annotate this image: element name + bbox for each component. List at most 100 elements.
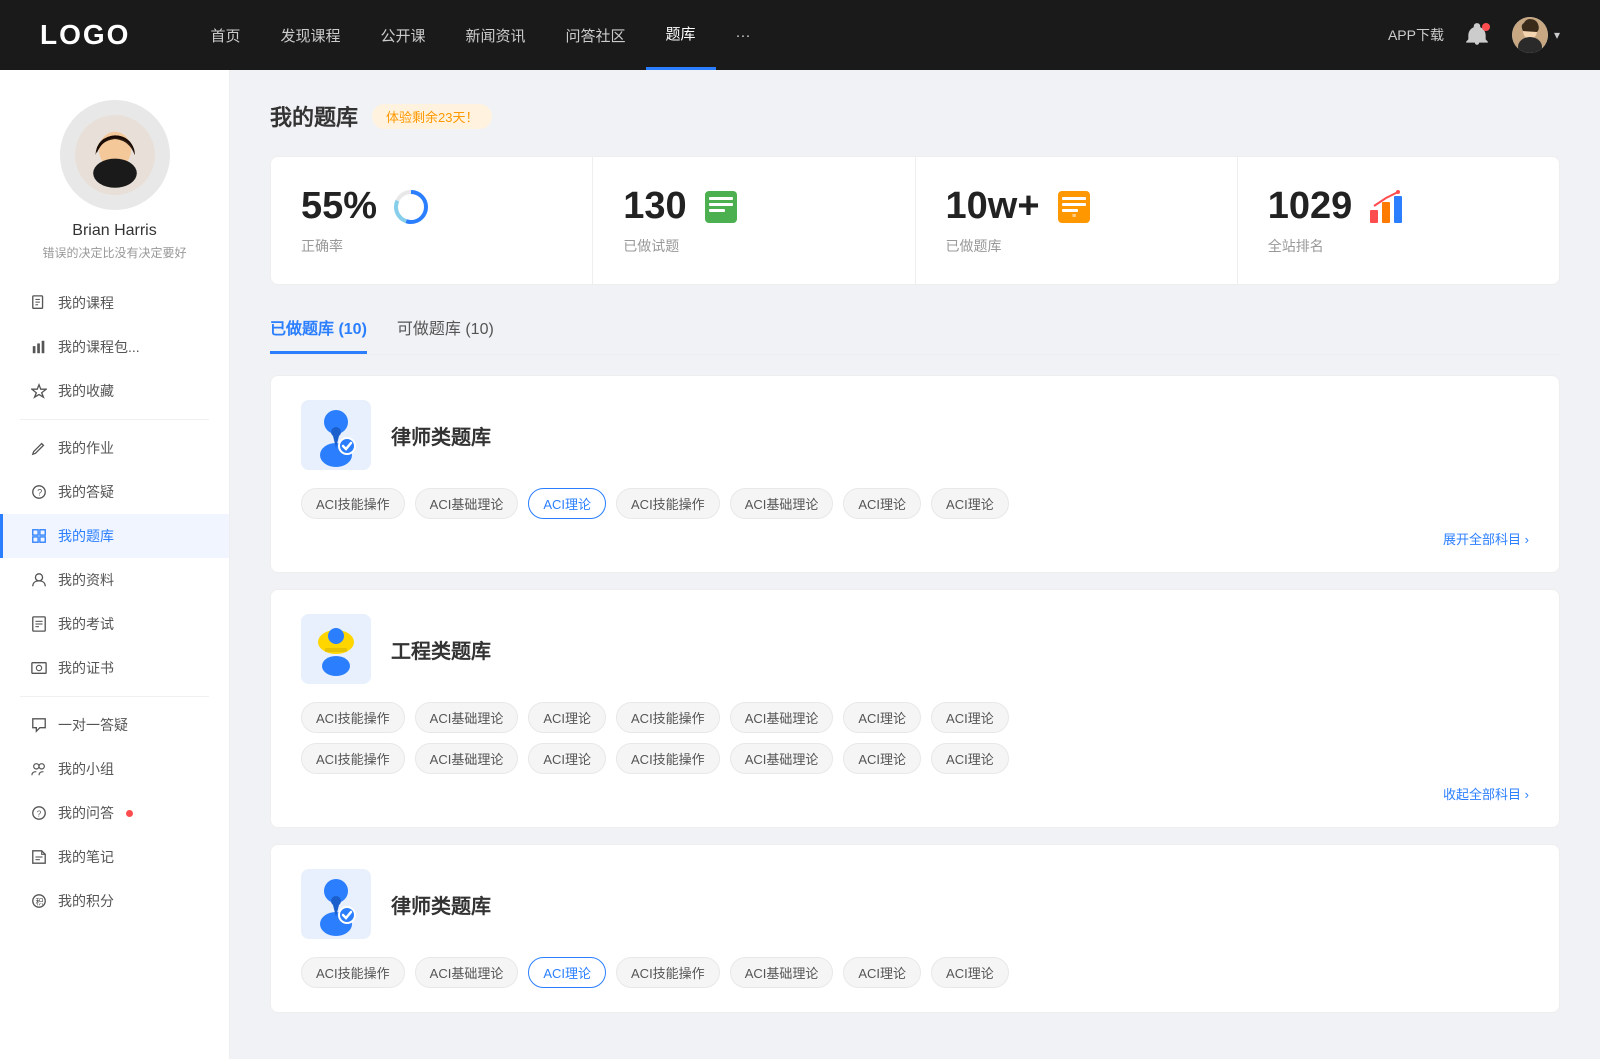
sidebar-item-favorites[interactable]: 我的收藏	[0, 369, 229, 413]
qbank-header-3: 律师类题库	[301, 869, 1529, 939]
logo[interactable]: LOGO	[40, 19, 130, 51]
tag-2-2-6[interactable]: ACI理论	[843, 743, 921, 774]
tags-two-rows-2: ACI技能操作 ACI基础理论 ACI理论 ACI技能操作 ACI基础理论 AC…	[301, 702, 1529, 774]
sidebar-item-label-one-on-one: 一对一答疑	[58, 715, 128, 735]
tag-1-2[interactable]: ACI基础理论	[415, 488, 519, 519]
sidebar: Brian Harris 错误的决定比没有决定要好 我的课程 我的课程包... …	[0, 70, 230, 1059]
tag-1-6[interactable]: ACI理论	[843, 488, 921, 519]
tags-row-1: ACI技能操作 ACI基础理论 ACI理论 ACI技能操作 ACI基础理论 AC…	[301, 488, 1529, 519]
nav-qa[interactable]: 问答社区	[546, 0, 646, 70]
rank-icon	[1366, 187, 1406, 227]
stat-top-done-b: 10w+ ≡	[946, 185, 1207, 228]
tag-2-1-4[interactable]: ACI技能操作	[616, 702, 720, 733]
tag-1-3[interactable]: ACI理论	[528, 488, 606, 519]
sidebar-item-one-on-one[interactable]: 一对一答疑	[0, 703, 229, 747]
tag-2-2-2[interactable]: ACI基础理论	[415, 743, 519, 774]
sidebar-item-label-package: 我的课程包...	[58, 337, 140, 357]
star-icon	[30, 382, 48, 400]
chart-bar-icon	[30, 338, 48, 356]
done-questions-icon	[701, 187, 741, 227]
nav-home[interactable]: 首页	[190, 0, 260, 70]
tag-3-6[interactable]: ACI理论	[843, 957, 921, 988]
avatar	[1512, 17, 1548, 53]
tag-2-2-5[interactable]: ACI基础理论	[730, 743, 834, 774]
tag-3-7[interactable]: ACI理论	[931, 957, 1009, 988]
sidebar-item-label-course: 我的课程	[58, 293, 114, 313]
tag-3-2[interactable]: ACI基础理论	[415, 957, 519, 988]
sidebar-item-exam[interactable]: 我的考试	[0, 602, 229, 646]
myqa-notification-dot	[126, 810, 133, 817]
stat-value-done-q: 130	[623, 185, 686, 228]
tag-2-1-7[interactable]: ACI理论	[931, 702, 1009, 733]
tag-1-1[interactable]: ACI技能操作	[301, 488, 405, 519]
lawyer-icon-1	[301, 400, 371, 470]
qbank-header-2: 工程类题库	[301, 614, 1529, 684]
nav-qbank[interactable]: 题库	[646, 0, 716, 70]
tag-1-4[interactable]: ACI技能操作	[616, 488, 720, 519]
sidebar-item-label-answers: 我的答疑	[58, 482, 114, 502]
lawyer-icon-2	[301, 869, 371, 939]
tag-3-1[interactable]: ACI技能操作	[301, 957, 405, 988]
tab-done[interactable]: 已做题库 (10)	[270, 315, 367, 354]
document-icon	[30, 615, 48, 633]
tag-1-7[interactable]: ACI理论	[931, 488, 1009, 519]
sidebar-item-package[interactable]: 我的课程包...	[0, 325, 229, 369]
certificate-icon	[30, 659, 48, 677]
nav-more[interactable]: ···	[716, 0, 771, 70]
chat-icon	[30, 716, 48, 734]
chevron-down-icon: ▾	[1554, 28, 1560, 42]
qa-icon: ?	[30, 804, 48, 822]
nav-open[interactable]: 公开课	[360, 0, 445, 70]
tag-2-1-6[interactable]: ACI理论	[843, 702, 921, 733]
svg-text:?: ?	[37, 810, 42, 819]
tab-available[interactable]: 可做题库 (10)	[397, 315, 494, 354]
sidebar-item-homework[interactable]: 我的作业	[0, 426, 229, 470]
app-download-button[interactable]: APP下载	[1388, 25, 1444, 45]
sidebar-item-myqa[interactable]: ? 我的问答	[0, 791, 229, 835]
tag-2-1-2[interactable]: ACI基础理论	[415, 702, 519, 733]
sidebar-item-qbank[interactable]: 我的题库	[0, 514, 229, 558]
tag-2-2-3[interactable]: ACI理论	[528, 743, 606, 774]
nav-discover[interactable]: 发现课程	[260, 0, 360, 70]
sidebar-item-cert[interactable]: 我的证书	[0, 646, 229, 690]
qbank-name-1: 律师类题库	[391, 421, 491, 450]
tag-3-5[interactable]: ACI基础理论	[730, 957, 834, 988]
tag-2-1-5[interactable]: ACI基础理论	[730, 702, 834, 733]
tag-1-5[interactable]: ACI基础理论	[730, 488, 834, 519]
engineer-icon	[301, 614, 371, 684]
tags-row-2-1: ACI技能操作 ACI基础理论 ACI理论 ACI技能操作 ACI基础理论 AC…	[301, 702, 1529, 733]
sidebar-item-answers[interactable]: ? 我的答疑	[0, 470, 229, 514]
tag-2-2-7[interactable]: ACI理论	[931, 743, 1009, 774]
tag-2-1-1[interactable]: ACI技能操作	[301, 702, 405, 733]
tag-2-2-1[interactable]: ACI技能操作	[301, 743, 405, 774]
expand-link-1[interactable]: 展开全部科目 ›	[301, 529, 1529, 548]
user-avatar-menu[interactable]: ▾	[1512, 17, 1560, 53]
tags-row-2-2: ACI技能操作 ACI基础理论 ACI理论 ACI技能操作 ACI基础理论 AC…	[301, 743, 1529, 774]
svg-text:积: 积	[35, 897, 43, 907]
profile-avatar	[60, 100, 170, 210]
nav-news[interactable]: 新闻资讯	[446, 0, 546, 70]
tag-2-2-4[interactable]: ACI技能操作	[616, 743, 720, 774]
notification-dot	[1482, 23, 1490, 31]
qbank-name-2: 工程类题库	[391, 635, 491, 664]
sidebar-item-label-points: 我的积分	[58, 891, 114, 911]
main-nav: 首页 发现课程 公开课 新闻资讯 问答社区 题库 ···	[190, 0, 1388, 70]
sidebar-item-profile[interactable]: 我的资料	[0, 558, 229, 602]
collapse-link-2[interactable]: 收起全部科目 ›	[301, 784, 1529, 803]
done-banks-icon: ≡	[1054, 187, 1094, 227]
sidebar-item-notes[interactable]: 我的笔记	[0, 835, 229, 879]
group-icon	[30, 760, 48, 778]
tag-3-4[interactable]: ACI技能操作	[616, 957, 720, 988]
notification-bell[interactable]	[1464, 21, 1492, 49]
sidebar-item-label-notes: 我的笔记	[58, 847, 114, 867]
qbank-card-lawyer-1: 律师类题库 ACI技能操作 ACI基础理论 ACI理论 ACI技能操作 ACI基…	[270, 375, 1560, 573]
header-right: APP下载 ▾	[1388, 17, 1560, 53]
tag-3-3[interactable]: ACI理论	[528, 957, 606, 988]
page-header: 我的题库 体验剩余23天！	[270, 100, 1560, 132]
user-icon	[30, 571, 48, 589]
note-icon	[30, 848, 48, 866]
tag-2-1-3[interactable]: ACI理论	[528, 702, 606, 733]
sidebar-item-course[interactable]: 我的课程	[0, 281, 229, 325]
sidebar-item-group[interactable]: 我的小组	[0, 747, 229, 791]
sidebar-item-points[interactable]: 积 我的积分	[0, 879, 229, 923]
